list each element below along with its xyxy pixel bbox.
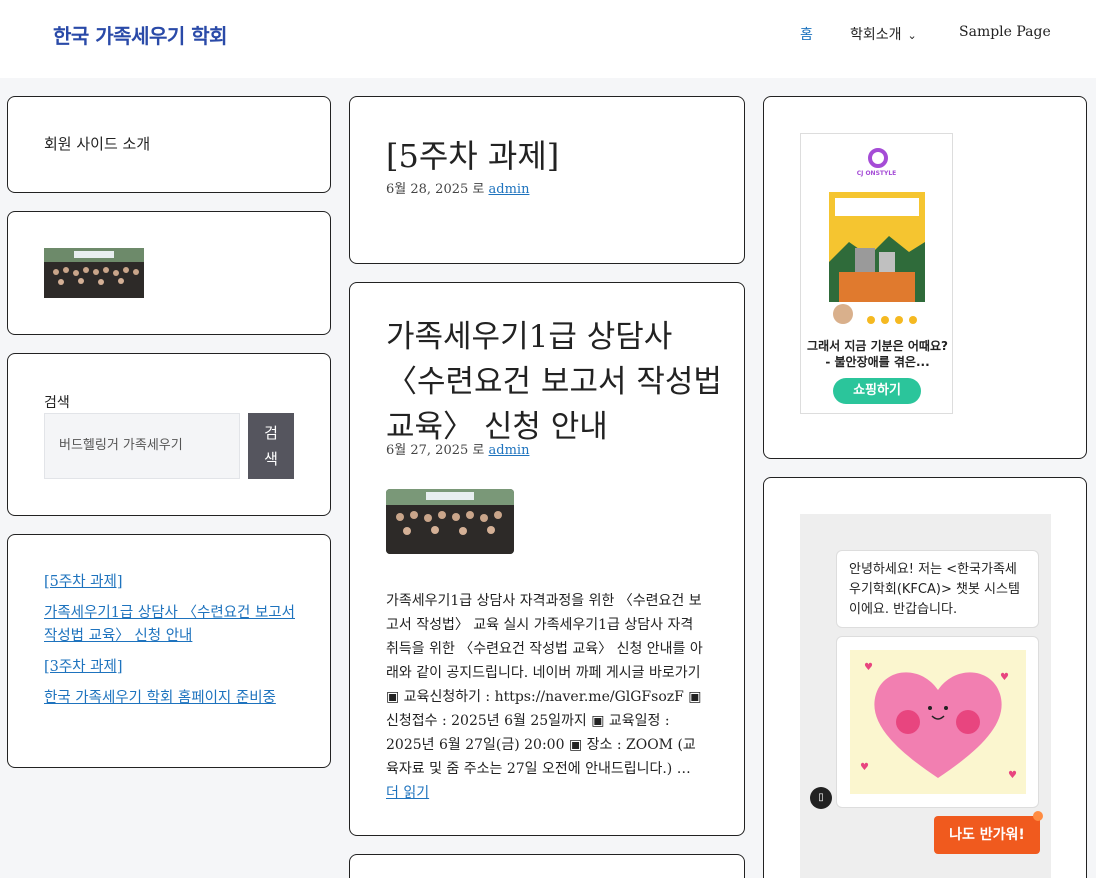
- site-title[interactable]: 한국 가족세우기 학회: [53, 20, 228, 49]
- svg-text:♥: ♥: [864, 662, 873, 673]
- nav-sample-page[interactable]: Sample Page: [959, 24, 1051, 40]
- ad-widget: CJ ONSTYLE 그래서 지금 기분은 어때요? - 불안장애를 겪은...…: [763, 96, 1087, 459]
- svg-text:♥: ♥: [860, 762, 869, 773]
- recent-post-link[interactable]: [5주차 과제]: [44, 574, 123, 590]
- post-title[interactable]: [5주차 과제]: [386, 131, 559, 177]
- post-title[interactable]: 가족세우기1급 상담사 〈수련요건 보고서 작성법 교육〉 신청 안내: [386, 315, 726, 450]
- post-thumbnail[interactable]: [386, 489, 514, 554]
- list-item: [3주차 과제]: [44, 656, 298, 679]
- search-widget: 검색 버드헬링거 가족세우기 검색: [7, 353, 331, 516]
- notification-dot: [1033, 811, 1043, 821]
- intro-text: 회원 사이드 소개: [44, 135, 151, 153]
- recent-post-link[interactable]: 가족세우기1급 상담사 〈수련요건 보고서 작성법 교육〉 신청 안내: [44, 605, 295, 644]
- brand-logo-icon: [868, 148, 888, 168]
- post-meta: 6월 27, 2025 로 admin: [386, 439, 529, 458]
- list-item: [5주차 과제]: [44, 571, 298, 594]
- post-date: 6월 28, 2025: [386, 182, 469, 197]
- search-button[interactable]: 검색: [248, 413, 294, 479]
- image-widget: [7, 211, 331, 335]
- search-input[interactable]: 버드헬링거 가족세우기: [44, 413, 240, 479]
- chat-greeting: 안녕하세요! 저는 <한국가족세우기학회(KFCA)> 챗봇 시스템이에요. 반…: [836, 550, 1039, 628]
- post-meta: 6월 28, 2025 로 admin: [386, 178, 529, 197]
- quick-reply-button[interactable]: 나도 반가워!: [934, 816, 1040, 854]
- list-item: 한국 가족세우기 학회 홈페이지 준비중: [44, 687, 298, 710]
- shop-button[interactable]: 쇼핑하기: [833, 378, 921, 404]
- post-by: 로: [472, 443, 485, 458]
- post-card: 가족세우기1급 상담사 〈수련요건 보고서 작성법 교육〉 신청 안내 6월 2…: [349, 282, 745, 836]
- post-card: [5주차 과제] 6월 28, 2025 로 admin: [349, 96, 745, 264]
- post-date: 6월 27, 2025: [386, 443, 469, 458]
- chat-toggle-icon[interactable]: ▯: [810, 787, 832, 809]
- search-label: 검색: [44, 395, 70, 411]
- ad-banner[interactable]: CJ ONSTYLE 그래서 지금 기분은 어때요? - 불안장애를 겪은...…: [800, 133, 953, 414]
- ad-illustration: [829, 192, 925, 328]
- site-header: 한국 가족세우기 학회 홈 학회소개 ⌄ Sample Page: [0, 0, 1096, 78]
- recent-posts-list: [5주차 과제] 가족세우기1급 상담사 〈수련요건 보고서 작성법 교육〉 신…: [44, 571, 298, 718]
- recent-post-link[interactable]: 한국 가족세우기 학회 홈페이지 준비중: [44, 690, 276, 706]
- group-photo-thumbnail: [44, 248, 144, 298]
- recent-post-link[interactable]: [3주차 과제]: [44, 659, 123, 675]
- recent-posts-widget: [5주차 과제] 가족세우기1급 상담사 〈수련요건 보고서 작성법 교육〉 신…: [7, 534, 331, 768]
- ad-brand: CJ ONSTYLE: [856, 170, 897, 177]
- svg-text:♥: ♥: [1000, 672, 1009, 683]
- post-card: [349, 854, 745, 878]
- post-author-link[interactable]: admin: [489, 182, 530, 197]
- chat-image-bubble: ♥ ♥ ♥ ♥: [836, 636, 1039, 808]
- post-by: 로: [472, 182, 485, 197]
- list-item: 가족세우기1급 상담사 〈수련요건 보고서 작성법 교육〉 신청 안내: [44, 602, 298, 648]
- intro-widget: 회원 사이드 소개: [7, 96, 331, 193]
- chatbot-widget: 안녕하세요! 저는 <한국가족세우기학회(KFCA)> 챗봇 시스템이에요. 반…: [763, 477, 1087, 878]
- nav-about[interactable]: 학회소개 ⌄: [850, 24, 917, 44]
- heart-image: ♥ ♥ ♥ ♥: [850, 650, 1026, 794]
- post-excerpt-text: 가족세우기1급 상담사 자격과정을 위한 〈수련요건 보고서 작성법〉 교육 실…: [386, 593, 703, 777]
- chat-window: 안녕하세요! 저는 <한국가족세우기학회(KFCA)> 챗봇 시스템이에요. 반…: [800, 514, 1051, 878]
- nav-about-label: 학회소개: [850, 27, 902, 43]
- chevron-down-icon: ⌄: [907, 29, 917, 42]
- read-more-link[interactable]: 더 읽기: [386, 785, 429, 801]
- svg-text:♥: ♥: [1008, 770, 1017, 781]
- ad-caption: 그래서 지금 기분은 어때요? - 불안장애를 겪은...: [807, 339, 948, 369]
- nav-home[interactable]: 홈: [800, 24, 813, 44]
- post-author-link[interactable]: admin: [489, 443, 530, 458]
- post-excerpt: 가족세우기1급 상담사 자격과정을 위한 〈수련요건 보고서 작성법〉 교육 실…: [386, 589, 706, 805]
